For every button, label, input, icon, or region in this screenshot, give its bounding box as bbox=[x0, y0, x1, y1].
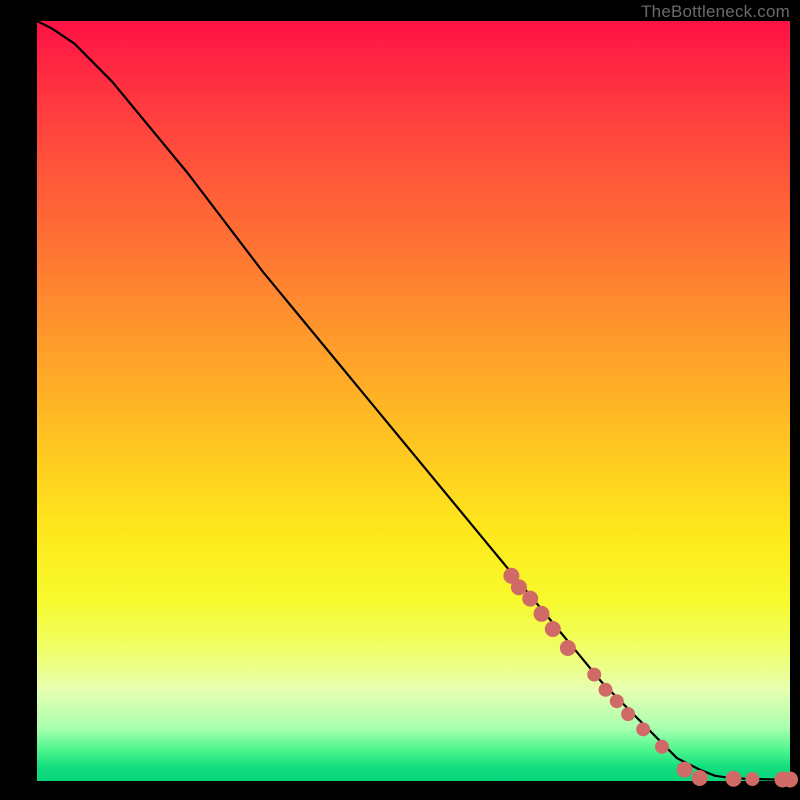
chart-svg bbox=[37, 21, 790, 781]
marker-dot bbox=[782, 771, 798, 787]
marker-dot bbox=[610, 694, 624, 708]
curve-path bbox=[37, 21, 790, 779]
marker-dot bbox=[726, 771, 742, 787]
attribution-label: TheBottleneck.com bbox=[641, 2, 790, 22]
marker-dot bbox=[677, 762, 693, 778]
marker-dot bbox=[534, 606, 550, 622]
plot-area bbox=[37, 21, 790, 781]
marker-dot bbox=[511, 579, 527, 595]
marker-dot bbox=[522, 591, 538, 607]
marker-dot bbox=[560, 640, 576, 656]
marker-dot bbox=[692, 770, 708, 786]
marker-dot bbox=[655, 740, 669, 754]
marker-dot bbox=[636, 722, 650, 736]
marker-dot bbox=[745, 772, 759, 786]
marker-dot bbox=[545, 621, 561, 637]
marker-dot bbox=[621, 707, 635, 721]
marker-dot bbox=[587, 668, 601, 682]
marker-dot bbox=[599, 683, 613, 697]
chart-stage: TheBottleneck.com bbox=[0, 0, 800, 800]
marker-layer bbox=[503, 568, 798, 788]
